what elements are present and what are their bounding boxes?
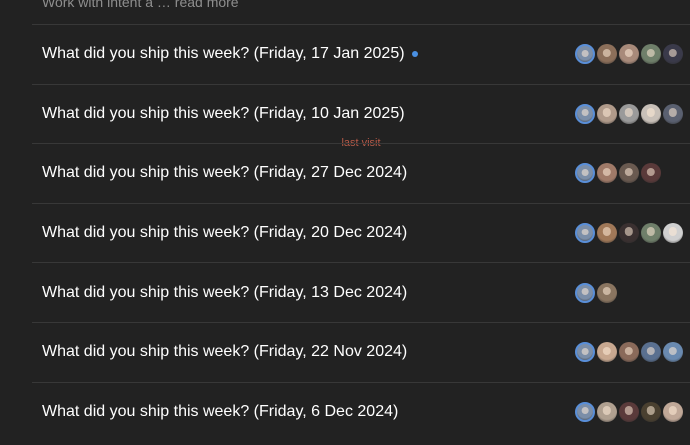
- topic-posters: [575, 163, 661, 184]
- poster-avatar[interactable]: [663, 401, 683, 422]
- poster-avatar[interactable]: [663, 44, 683, 65]
- poster-avatar[interactable]: [619, 103, 639, 124]
- poster-avatar[interactable]: [641, 342, 661, 363]
- topic-title-text[interactable]: What did you ship this week? (Friday, 10…: [42, 105, 405, 123]
- poster-avatar[interactable]: [575, 44, 595, 65]
- topic-title-text[interactable]: What did you ship this week? (Friday, 17…: [42, 45, 405, 63]
- poster-avatar[interactable]: [641, 223, 661, 244]
- poster-avatar[interactable]: [641, 44, 661, 65]
- poster-avatar[interactable]: [619, 401, 639, 422]
- poster-avatar[interactable]: [663, 223, 683, 244]
- topic-posters: [575, 223, 683, 244]
- poster-avatar[interactable]: [575, 282, 595, 303]
- topic-row[interactable]: What did you ship this week? (Friday, 22…: [32, 321, 690, 382]
- poster-avatar[interactable]: [597, 342, 617, 363]
- topic-row[interactable]: What did you ship this week? (Friday, 17…: [32, 24, 690, 84]
- poster-avatar[interactable]: [597, 223, 617, 244]
- topic-excerpt: Work with intent a … read more: [42, 0, 239, 10]
- poster-avatar[interactable]: [641, 163, 661, 184]
- poster-avatar[interactable]: [663, 103, 683, 124]
- poster-avatar[interactable]: [575, 223, 595, 244]
- poster-avatar[interactable]: [575, 342, 595, 363]
- poster-avatar[interactable]: [663, 342, 683, 363]
- poster-avatar[interactable]: [575, 163, 595, 184]
- poster-avatar[interactable]: [619, 342, 639, 363]
- poster-avatar[interactable]: [641, 103, 661, 124]
- topic-title-link[interactable]: What did you ship this week? (Friday, 13…: [42, 284, 407, 302]
- topic-posters: [575, 44, 683, 65]
- poster-avatar[interactable]: [575, 401, 595, 422]
- topic-posters: [575, 342, 683, 363]
- poster-avatar[interactable]: [597, 103, 617, 124]
- topic-title-link[interactable]: What did you ship this week? (Friday, 6 …: [42, 403, 398, 421]
- topic-row[interactable]: What did you ship this week? (Friday, 10…: [32, 83, 690, 144]
- topic-posters: [575, 282, 617, 303]
- topic-title-link[interactable]: What did you ship this week? (Friday, 22…: [42, 343, 407, 361]
- poster-avatar[interactable]: [597, 163, 617, 184]
- topic-title-text[interactable]: What did you ship this week? (Friday, 20…: [42, 224, 407, 242]
- topic-list-page: Work with intent a … read more What did …: [0, 0, 690, 445]
- topic-title-link[interactable]: What did you ship this week? (Friday, 20…: [42, 224, 407, 242]
- excerpt-text[interactable]: Work with intent a … read more: [42, 0, 239, 10]
- poster-avatar[interactable]: [597, 282, 617, 303]
- topic-title-link[interactable]: What did you ship this week? (Friday, 27…: [42, 164, 407, 182]
- poster-avatar[interactable]: [597, 401, 617, 422]
- topic-title-text[interactable]: What did you ship this week? (Friday, 13…: [42, 284, 407, 302]
- topic-row[interactable]: What did you ship this week? (Friday, 20…: [32, 202, 690, 263]
- topic-title-text[interactable]: What did you ship this week? (Friday, 22…: [42, 343, 407, 361]
- topic-title-link[interactable]: What did you ship this week? (Friday, 17…: [42, 45, 418, 63]
- topic-row[interactable]: What did you ship this week? (Friday, 27…: [32, 143, 690, 203]
- poster-avatar[interactable]: [575, 103, 595, 124]
- poster-avatar[interactable]: [619, 223, 639, 244]
- unread-indicator-icon: [411, 51, 418, 58]
- topic-posters: [575, 103, 683, 124]
- topic-title-link[interactable]: What did you ship this week? (Friday, 10…: [42, 105, 405, 123]
- poster-avatar[interactable]: [619, 163, 639, 184]
- topic-row[interactable]: What did you ship this week? (Friday, 6 …: [32, 381, 690, 442]
- topic-title-text[interactable]: What did you ship this week? (Friday, 6 …: [42, 403, 398, 421]
- topic-list: What did you ship this week? (Friday, 17…: [32, 24, 690, 441]
- poster-avatar[interactable]: [641, 401, 661, 422]
- topic-row[interactable]: What did you ship this week? (Friday, 13…: [32, 262, 690, 322]
- poster-avatar[interactable]: [619, 44, 639, 65]
- poster-avatar[interactable]: [597, 44, 617, 65]
- topic-posters: [575, 401, 683, 422]
- topic-title-text[interactable]: What did you ship this week? (Friday, 27…: [42, 164, 407, 182]
